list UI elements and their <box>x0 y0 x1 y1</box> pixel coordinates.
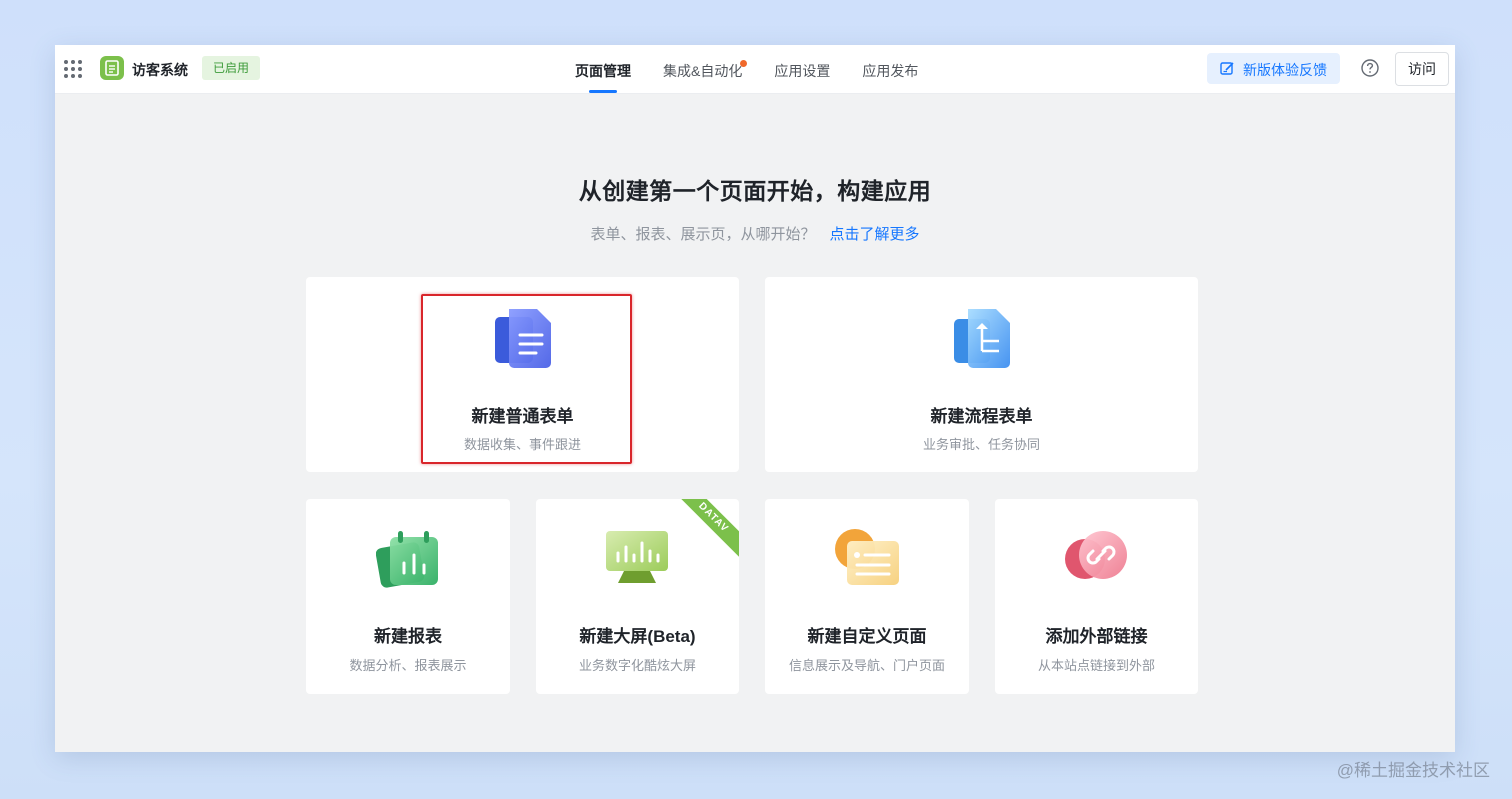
feedback-label: 新版体验反馈 <box>1243 62 1327 78</box>
app-name: 访客系统 <box>132 62 188 78</box>
card-title: 新建流程表单 <box>930 407 1033 426</box>
card-title: 添加外部链接 <box>1045 627 1148 646</box>
feedback-button[interactable]: 新版体验反馈 <box>1207 53 1340 84</box>
page-subtitle: 表单、报表、展示页，从哪开始？ 点击了解更多 <box>55 223 1455 244</box>
datav-ribbon: DATAV <box>671 499 739 560</box>
monitor-chart-icon <box>606 531 668 583</box>
card-title: 新建普通表单 <box>471 407 574 426</box>
tab-app-settings[interactable]: 应用设置 <box>774 45 830 93</box>
page-title: 从创建第一个页面开始，构建应用 <box>578 178 932 204</box>
status-badge: 已启用 <box>202 56 261 80</box>
report-chart-icon <box>376 531 438 588</box>
notification-dot <box>740 60 748 67</box>
link-icon <box>1065 531 1127 579</box>
create-flow-form-card[interactable]: 新建流程表单 业务审批、任务协同 <box>765 277 1198 472</box>
visit-button[interactable]: 访问 <box>1395 52 1449 86</box>
card-desc: 数据收集、事件跟进 <box>463 437 581 452</box>
tab-app-publish[interactable]: 应用发布 <box>862 45 918 93</box>
tab-page-management[interactable]: 页面管理 <box>575 45 631 93</box>
tab-integration-automation[interactable]: 集成&自动化 <box>663 45 748 93</box>
card-title: 新建报表 <box>374 627 442 646</box>
top-nav: 页面管理 集成&自动化 应用设置 应用发布 <box>575 45 950 93</box>
subtitle-text: 表单、报表、展示页，从哪开始？ <box>590 226 816 243</box>
edit-icon <box>1220 62 1234 75</box>
app-logo-icon <box>100 56 124 80</box>
document-icon <box>495 309 551 368</box>
card-desc: 业务审批、任务协同 <box>922 437 1040 452</box>
card-desc: 从本站点链接到外部 <box>1037 658 1155 673</box>
app-launcher-grid-icon[interactable] <box>64 60 82 78</box>
watermark: @稀土掘金技术社区 <box>1336 761 1490 780</box>
help-icon[interactable] <box>1361 59 1379 77</box>
create-custom-page-card[interactable]: 新建自定义页面 信息展示及导航、门户页面 <box>765 499 969 694</box>
add-external-link-card[interactable]: 添加外部链接 从本站点链接到外部 <box>995 499 1198 694</box>
card-title: 新建自定义页面 <box>807 627 927 646</box>
card-desc: 业务数字化酷炫大屏 <box>578 658 696 673</box>
card-desc: 信息展示及导航、门户页面 <box>788 658 945 673</box>
create-form-card[interactable]: 新建普通表单 数据收集、事件跟进 <box>306 277 739 472</box>
card-title: 新建大屏(Beta) <box>579 627 696 646</box>
app-window: 访客系统 已启用 页面管理 集成&自动化 应用设置 应用发布 新版体验反馈 访问… <box>55 45 1455 752</box>
create-dashboard-screen-card[interactable]: DATAV 新建大屏(Beta) 业务数字化酷炫大屏 <box>536 499 739 694</box>
create-report-card[interactable]: 新建报表 数据分析、报表展示 <box>306 499 510 694</box>
workflow-icon <box>954 309 1010 368</box>
learn-more-link[interactable]: 点击了解更多 <box>830 226 920 243</box>
top-bar: 访客系统 已启用 页面管理 集成&自动化 应用设置 应用发布 新版体验反馈 访问 <box>55 45 1455 94</box>
card-desc: 数据分析、报表展示 <box>349 658 467 673</box>
custom-page-icon <box>835 529 899 585</box>
